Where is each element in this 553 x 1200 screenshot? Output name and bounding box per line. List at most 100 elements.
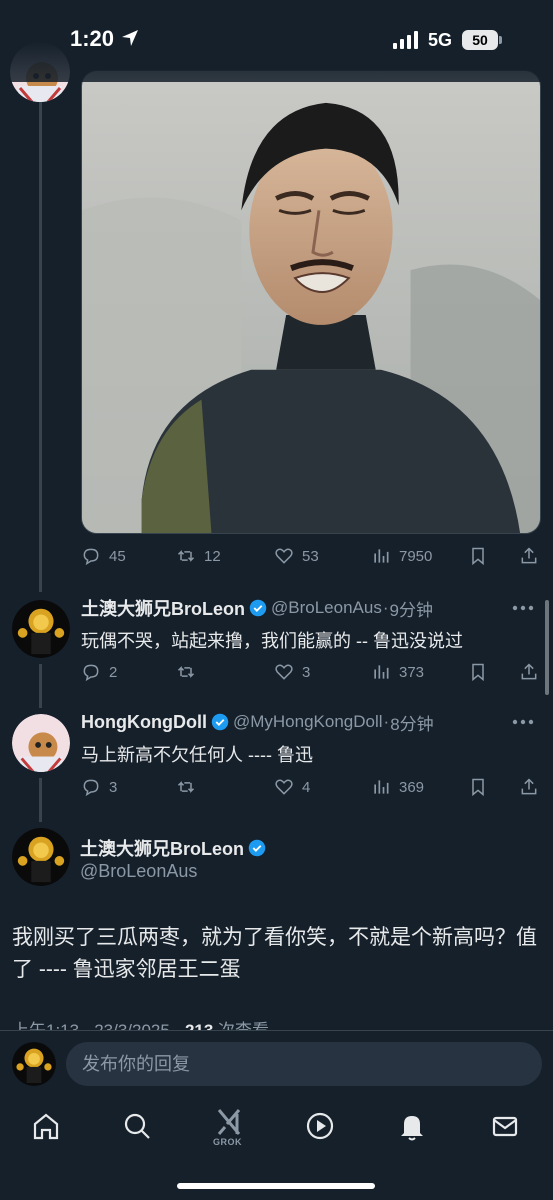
retweet-icon bbox=[177, 666, 195, 678]
reply-composer: 发布你的回复 bbox=[0, 1030, 553, 1096]
views-count: 7950 bbox=[399, 547, 433, 565]
like-button[interactable]: 4 bbox=[274, 773, 310, 801]
avatar[interactable] bbox=[12, 828, 70, 886]
retweet-icon bbox=[177, 781, 195, 793]
tweet-time: 8分钟 bbox=[390, 714, 434, 734]
like-count: 3 bbox=[302, 663, 311, 681]
scrollbar[interactable] bbox=[545, 600, 549, 695]
views-count: 369 bbox=[399, 778, 425, 796]
mail-icon bbox=[492, 1116, 518, 1137]
bookmark-button[interactable] bbox=[468, 658, 488, 686]
share-button[interactable] bbox=[519, 773, 539, 801]
more-icon[interactable] bbox=[512, 719, 534, 725]
views-icon bbox=[374, 549, 389, 563]
share-icon bbox=[521, 778, 537, 795]
like-button[interactable]: 53 bbox=[274, 542, 319, 570]
reply-header: HongKongDoll @MyHongKongDoll · 8分钟 bbox=[81, 710, 434, 734]
views-icon bbox=[374, 665, 389, 679]
avatar[interactable] bbox=[12, 714, 70, 772]
bell-icon bbox=[401, 1116, 423, 1141]
retweet-count: 12 bbox=[204, 547, 221, 565]
tweet-time: 9分钟 bbox=[389, 600, 433, 620]
reply-count: 45 bbox=[109, 547, 126, 565]
tab-notifications[interactable] bbox=[396, 1110, 428, 1142]
author-handle[interactable]: @BroLeonAus bbox=[80, 861, 197, 882]
avatar[interactable] bbox=[12, 600, 70, 658]
heart-icon bbox=[275, 779, 293, 795]
author-name[interactable]: HongKongDoll bbox=[81, 712, 207, 733]
more-icon[interactable] bbox=[512, 605, 534, 611]
tweet-text: 马上新高不欠任何人 ---- 鲁迅 bbox=[81, 745, 313, 765]
verified-icon bbox=[211, 713, 229, 731]
retweet-icon bbox=[177, 550, 195, 562]
views-button[interactable]: 7950 bbox=[371, 542, 432, 570]
search-icon bbox=[124, 1113, 150, 1139]
retweet-button[interactable]: 12 bbox=[176, 542, 221, 570]
share-button[interactable] bbox=[519, 542, 539, 570]
reply-input[interactable]: 发布你的回复 bbox=[66, 1042, 542, 1086]
verified-icon bbox=[248, 839, 266, 857]
tab-video[interactable] bbox=[304, 1110, 336, 1142]
play-icon bbox=[306, 1112, 334, 1140]
author-name[interactable]: 土澳大狮兄BroLeon bbox=[80, 835, 244, 861]
reply-button[interactable]: 2 bbox=[81, 658, 117, 686]
share-icon bbox=[521, 547, 537, 564]
grok-label: GROK bbox=[213, 1137, 242, 1147]
like-count: 53 bbox=[302, 547, 319, 565]
share-button[interactable] bbox=[519, 658, 539, 686]
views-icon bbox=[374, 780, 389, 794]
battery-icon: 50 bbox=[462, 30, 502, 50]
tweet-actions: 2 3 373 bbox=[81, 658, 543, 686]
author-name[interactable]: 土澳大狮兄BroLeon bbox=[81, 595, 245, 621]
bookmark-icon bbox=[472, 663, 484, 682]
bookmark-icon bbox=[472, 778, 484, 797]
avatar bbox=[12, 1042, 56, 1086]
tab-home[interactable] bbox=[30, 1110, 62, 1142]
like-count: 4 bbox=[302, 778, 311, 796]
reply-button[interactable]: 45 bbox=[81, 542, 126, 570]
status-time: 1:20 bbox=[70, 26, 115, 51]
network-type: 5G bbox=[428, 30, 453, 50]
reply-icon bbox=[83, 548, 99, 566]
home-indicator[interactable] bbox=[177, 1183, 375, 1189]
like-button[interactable]: 3 bbox=[274, 658, 310, 686]
reply-button[interactable]: 3 bbox=[81, 773, 117, 801]
thread-line bbox=[39, 100, 42, 592]
verified-icon bbox=[249, 599, 267, 617]
grok-icon bbox=[217, 1109, 241, 1135]
author-handle[interactable]: @MyHongKongDoll bbox=[233, 712, 383, 732]
views-button[interactable]: 369 bbox=[371, 773, 424, 801]
tweet-text: 玩偶不哭，站起来撸，我们能赢的 -- 鲁迅没说过 bbox=[81, 631, 463, 651]
retweet-button[interactable] bbox=[176, 658, 196, 686]
heart-icon bbox=[275, 664, 293, 680]
author-handle[interactable]: @BroLeonAus bbox=[271, 598, 382, 618]
bookmark-button[interactable] bbox=[468, 542, 488, 570]
status-bar: 1:20 5G 50 bbox=[0, 0, 553, 82]
tweet-actions: 3 4 369 bbox=[81, 773, 543, 801]
separator: · bbox=[383, 712, 390, 731]
views-count: 373 bbox=[399, 663, 425, 681]
bookmark-button[interactable] bbox=[468, 773, 488, 801]
bookmark-icon bbox=[472, 547, 484, 566]
heart-icon bbox=[275, 548, 293, 564]
tab-messages[interactable] bbox=[489, 1110, 521, 1142]
home-icon bbox=[33, 1113, 59, 1140]
tweet-image[interactable] bbox=[81, 70, 541, 534]
tweet-thread-screen: 45 12 53 7950 土澳大狮兄BroLeon @BroLeonAus ·… bbox=[0, 0, 553, 1200]
separator: · bbox=[382, 598, 389, 617]
thread-line bbox=[39, 664, 42, 708]
views-button[interactable]: 373 bbox=[371, 658, 424, 686]
location-arrow-icon bbox=[122, 30, 138, 46]
main-author: 土澳大狮兄BroLeon bbox=[80, 835, 266, 861]
reply-icon bbox=[83, 664, 99, 682]
reply-count: 3 bbox=[109, 778, 118, 796]
retweet-button[interactable] bbox=[176, 773, 196, 801]
thread-line bbox=[39, 778, 42, 822]
main-tweet-text: 我刚买了三瓜两枣，就为了看你笑，不就是个新高吗？值了 ---- 鲁迅家邻居王二蛋 bbox=[12, 926, 537, 981]
battery-level: 50 bbox=[462, 30, 498, 50]
tab-grok[interactable] bbox=[213, 1106, 245, 1138]
reply-count: 2 bbox=[109, 663, 118, 681]
reply-icon bbox=[83, 779, 99, 797]
signal-icon bbox=[393, 31, 418, 49]
tab-search[interactable] bbox=[121, 1110, 153, 1142]
